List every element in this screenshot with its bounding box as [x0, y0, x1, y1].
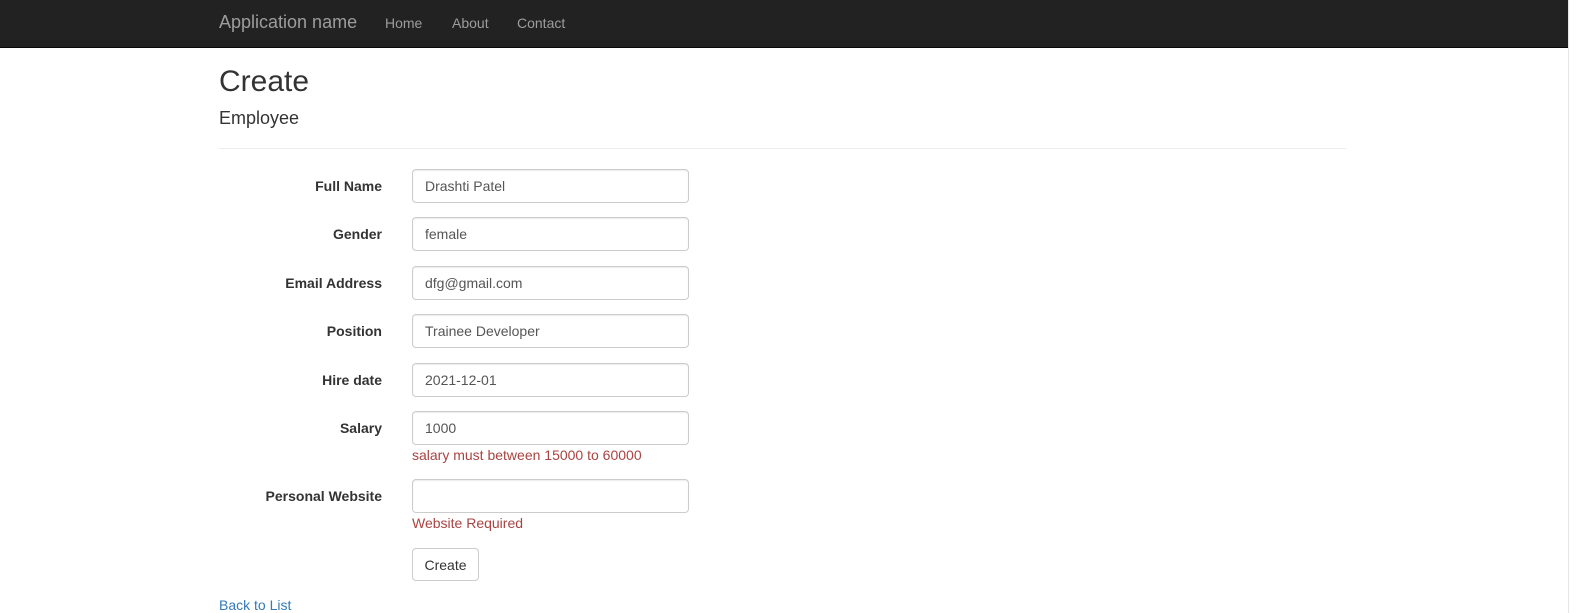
full-name-input[interactable] [412, 169, 689, 203]
nav-link-contact[interactable]: Contact [517, 15, 565, 31]
personal-website-input[interactable] [412, 479, 689, 513]
form-row-position: Position [0, 314, 1000, 348]
form-row-gender: Gender [0, 217, 1000, 251]
hire-date-label: Hire date [322, 372, 382, 388]
salary-label: Salary [339, 420, 382, 436]
brand-link[interactable]: Application name [219, 12, 357, 32]
page: Application name Home About Contact Crea… [0, 0, 1586, 613]
salary-input[interactable] [412, 411, 689, 445]
email-input[interactable] [412, 266, 689, 300]
email-label: Email Address [285, 275, 382, 291]
form-row-salary: Salary [0, 411, 1000, 445]
form-row-personal-website: Personal Website [0, 479, 1000, 513]
website-error-message: Website Required [412, 515, 524, 531]
top-navbar: Application name Home About Contact [0, 0, 1568, 48]
nav-link-home[interactable]: Home [385, 15, 422, 31]
form-row-full-name: Full Name [0, 169, 1000, 203]
gender-label: Gender [332, 226, 382, 242]
page-subtitle: Employee [219, 108, 300, 128]
full-name-label: Full Name [315, 178, 382, 194]
gender-input[interactable] [412, 217, 689, 251]
nav-link-about[interactable]: About [452, 15, 489, 31]
position-label: Position [326, 323, 382, 339]
form-row-email: Email Address [0, 266, 1000, 300]
page-title: Create [219, 65, 310, 98]
hire-date-input[interactable] [412, 363, 689, 397]
salary-error-message: salary must between 15000 to 60000 [412, 447, 642, 463]
divider [219, 148, 1346, 149]
form-row-hire-date: Hire date [0, 363, 1000, 397]
back-to-list-link[interactable]: Back to List [219, 597, 291, 613]
personal-website-label: Personal Website [265, 488, 382, 504]
position-input[interactable] [412, 314, 689, 348]
create-button[interactable]: Create [412, 548, 479, 581]
vertical-scrollbar[interactable] [1568, 0, 1586, 613]
